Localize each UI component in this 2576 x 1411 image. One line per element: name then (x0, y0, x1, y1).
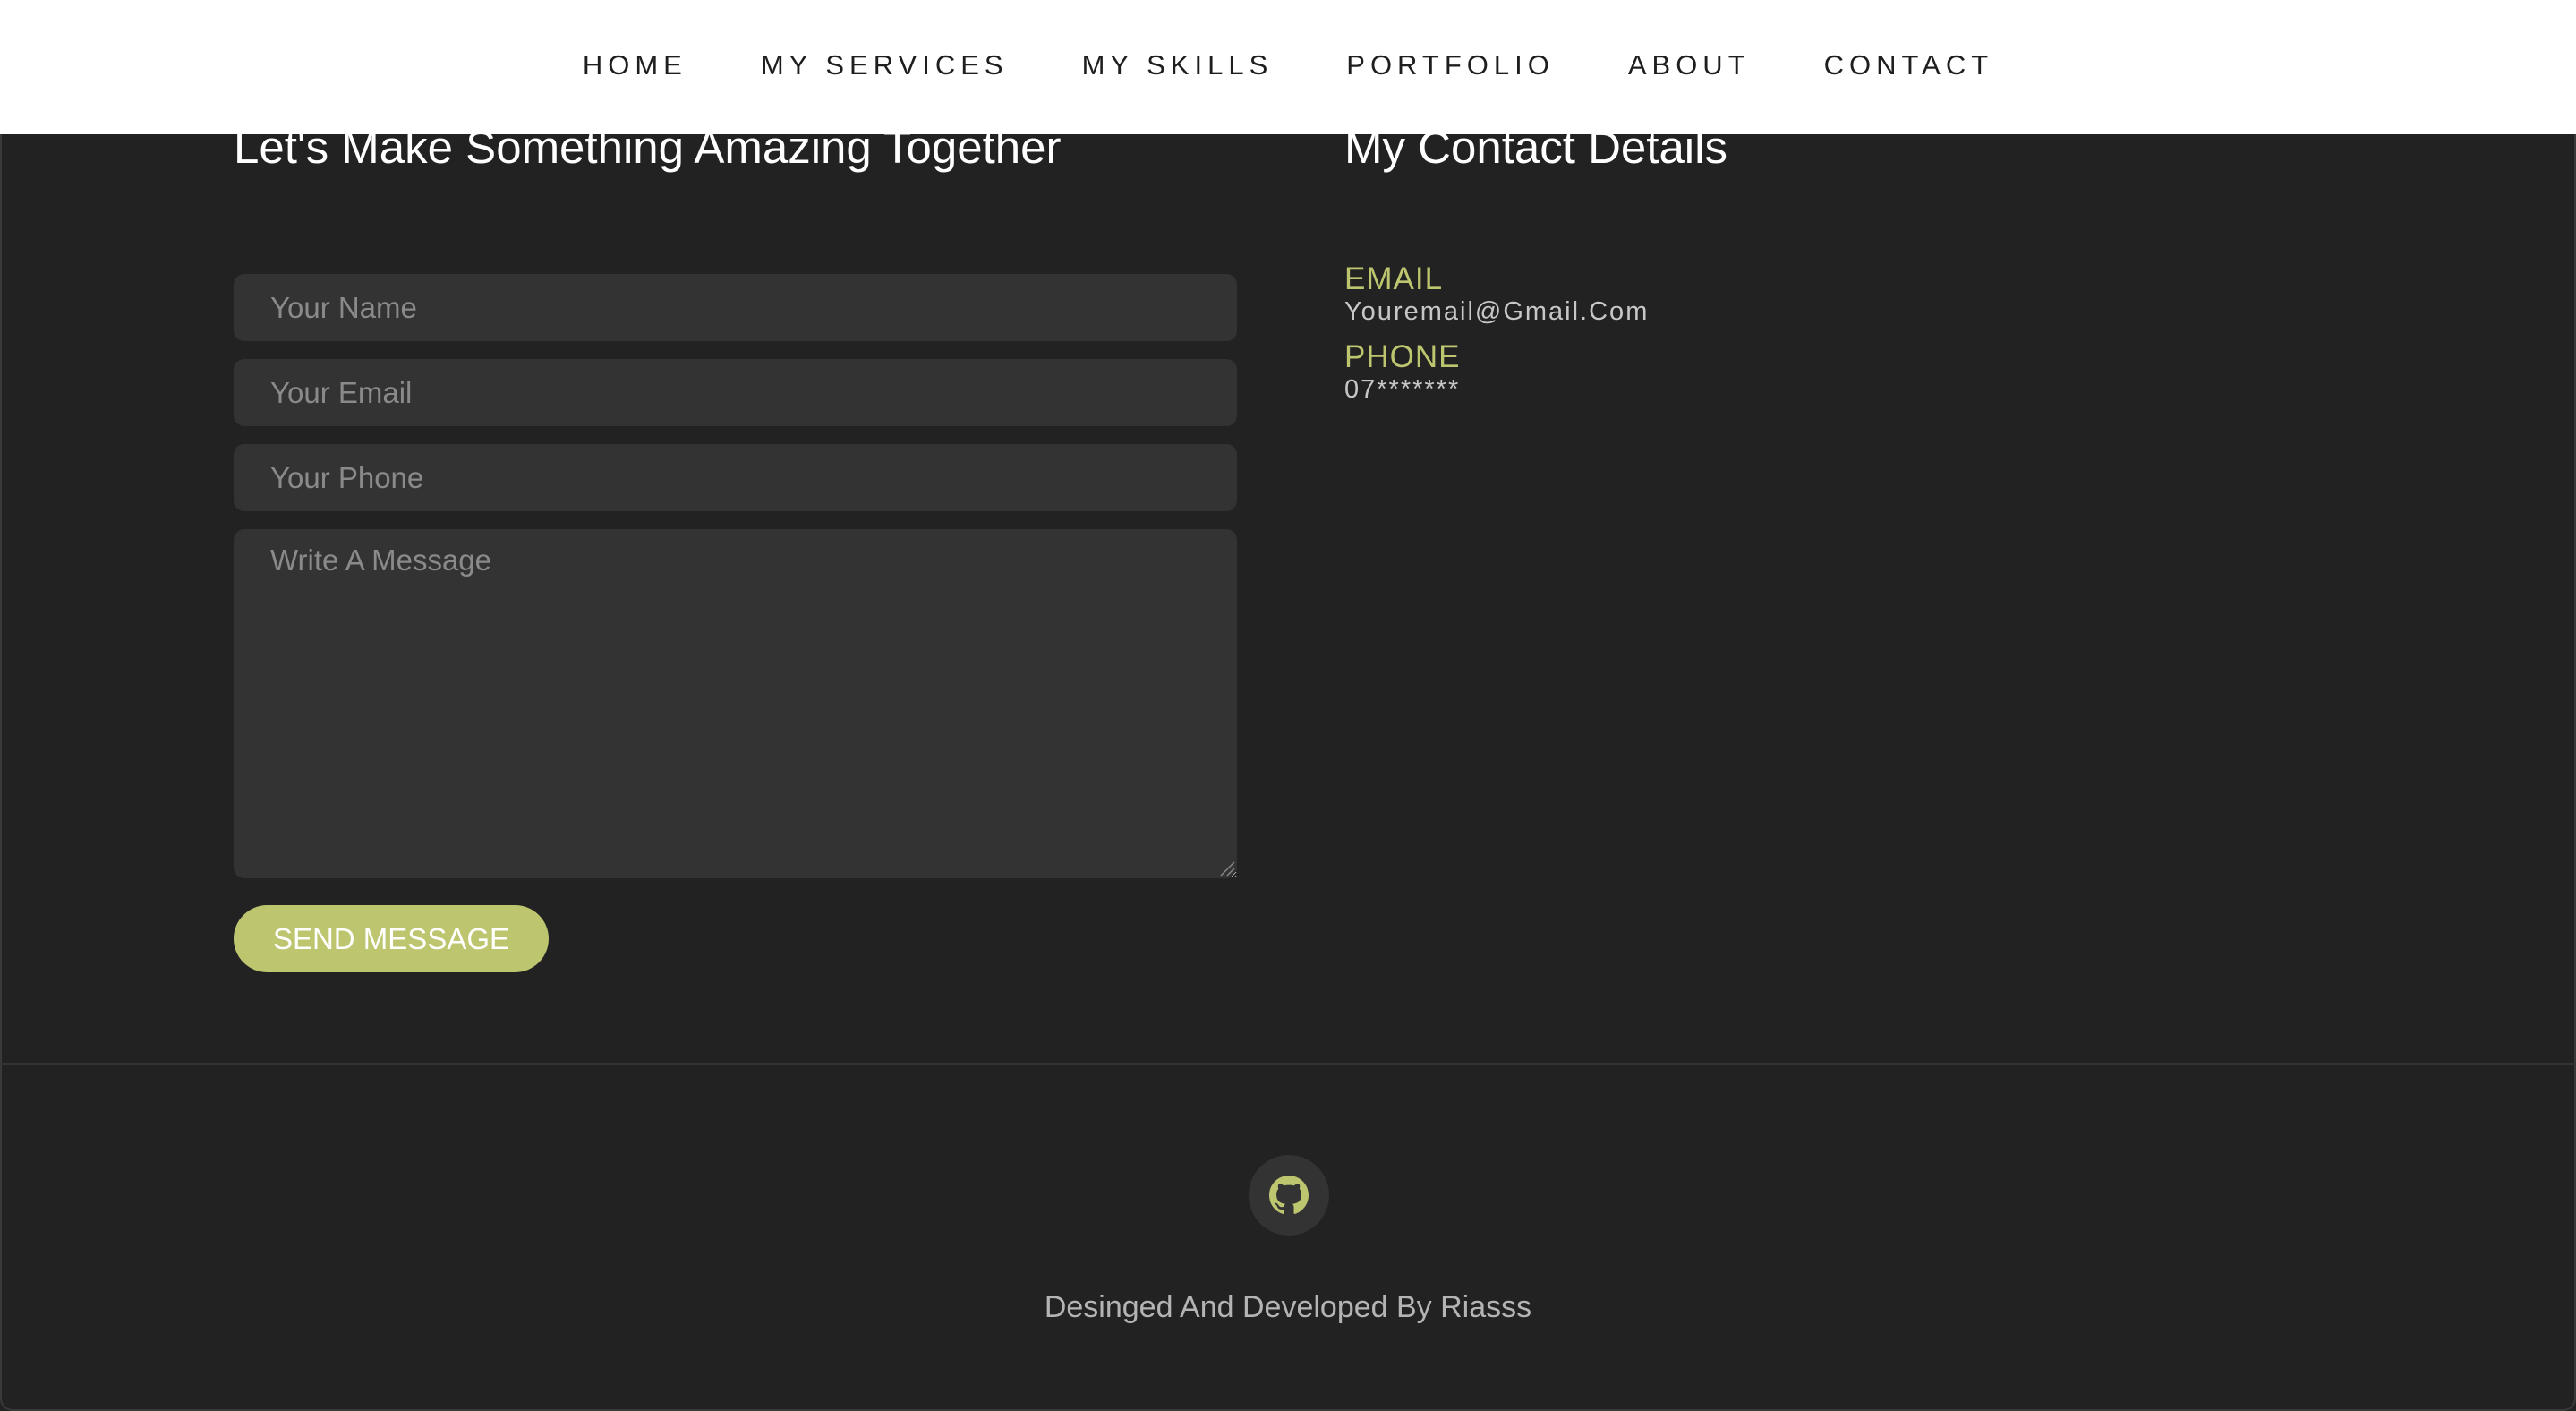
phone-detail: PHONE 07******* (1344, 340, 1460, 405)
top-navigation: HOME MY SERVICES MY SKILLS PORTFOLIO ABO… (0, 0, 2576, 134)
phone-label: PHONE (1344, 339, 1461, 374)
github-link-button[interactable] (1249, 1155, 1329, 1236)
email-value: Youremail@Gmail.Com (1344, 297, 1650, 326)
nav-list: HOME MY SERVICES MY SKILLS PORTFOLIO ABO… (0, 0, 2576, 131)
contact-section: Let's Make Something Amazing Together My… (0, 0, 2576, 1064)
nav-item-my-services[interactable]: MY SERVICES (761, 49, 1009, 81)
footer (0, 1065, 2576, 1411)
phone-value: 07******* (1344, 375, 1461, 404)
send-message-button[interactable]: SEND MESSAGE (234, 905, 549, 972)
nav-item-my-skills[interactable]: MY SKILLS (1082, 49, 1274, 81)
nav-item-home[interactable]: HOME (583, 49, 687, 81)
nav-item-about[interactable]: ABOUT (1628, 49, 1751, 81)
phone-input[interactable] (234, 444, 1237, 511)
footer-credit: Desinged And Developed By Riasss (1044, 1290, 1532, 1324)
message-textarea[interactable] (234, 529, 1237, 878)
email-input[interactable] (234, 359, 1237, 426)
email-label: EMAIL (1344, 261, 1444, 296)
name-input[interactable] (234, 274, 1237, 341)
nav-item-contact[interactable]: CONTACT (1824, 49, 1994, 81)
nav-item-portfolio[interactable]: PORTFOLIO (1346, 49, 1555, 81)
github-icon (1269, 1176, 1309, 1214)
email-detail: EMAIL Youremail@Gmail.Com (1344, 262, 1649, 327)
